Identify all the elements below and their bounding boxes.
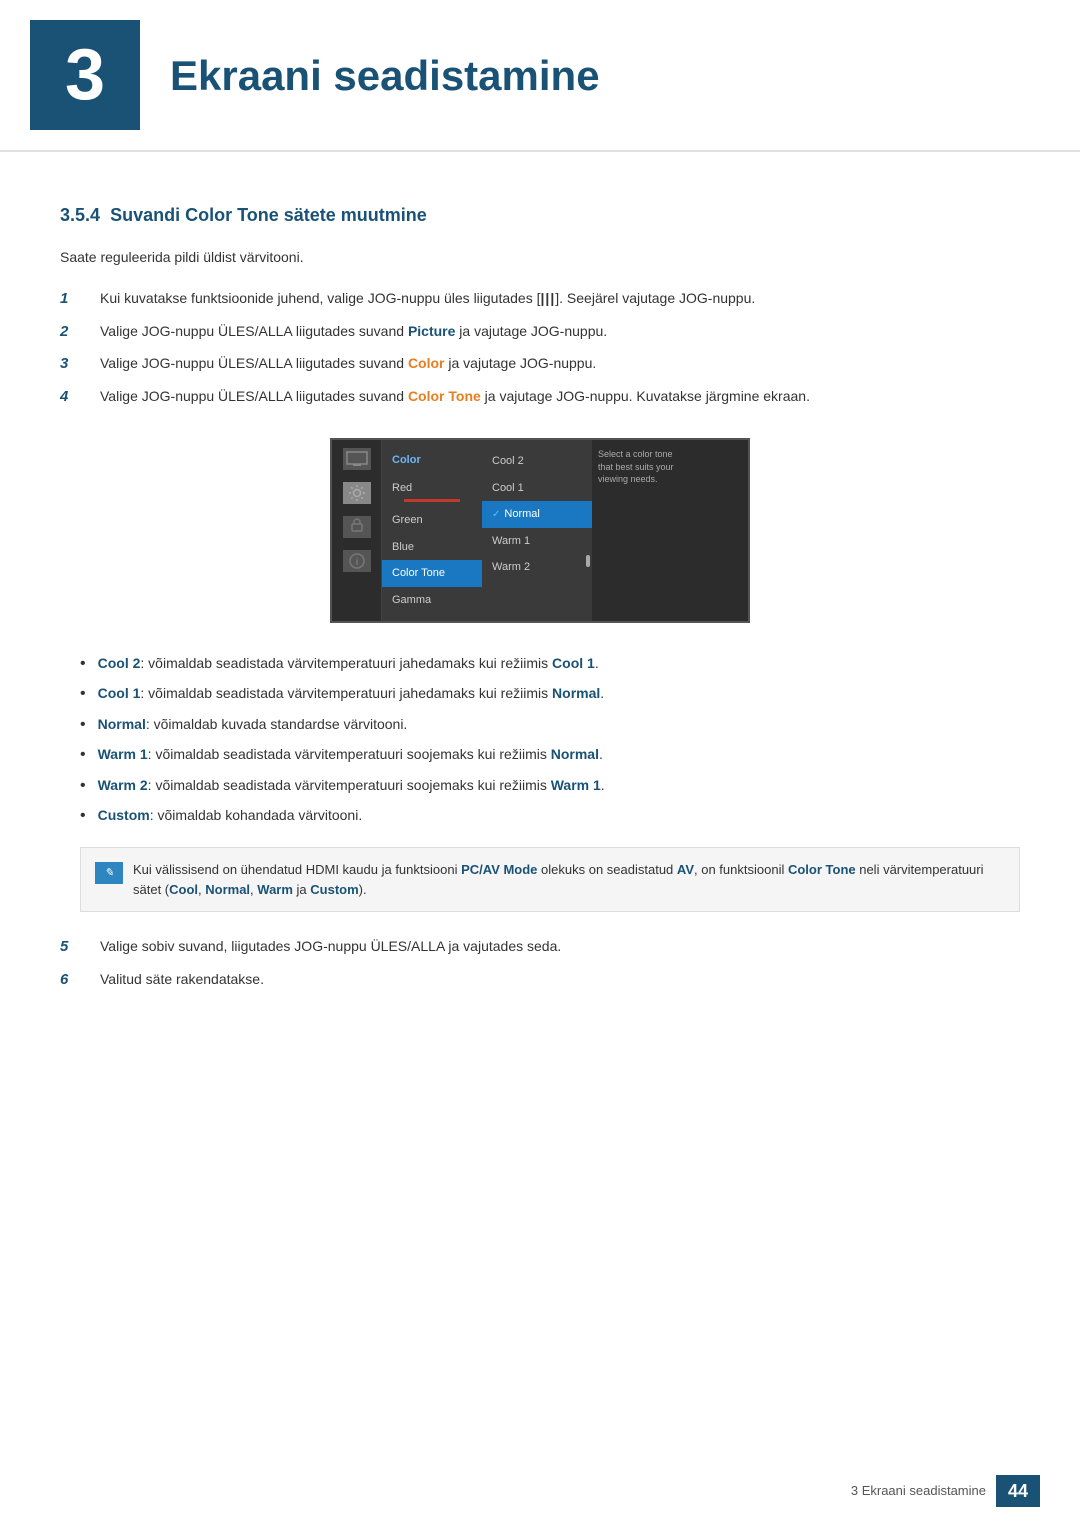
screen-submenu: Cool 2 Cool 1 ✓ Normal Warm 1 Warm 2: [482, 440, 592, 621]
screen-menu: Color Red Green Blue Color Tone Gamma: [382, 440, 482, 621]
step-text-6: Valitud säte rakendatakse.: [100, 969, 1020, 990]
menu-item-red: Red: [382, 475, 482, 508]
submenu-normal: ✓ Normal: [482, 501, 592, 528]
note-text: Kui välissisend on ühendatud HDMI kaudu …: [133, 860, 1005, 899]
note-box: ✎ Kui välissisend on ühendatud HDMI kaud…: [80, 847, 1020, 912]
screen-mockup-container: i Color Red Green Blue Color Tone Gamma: [60, 438, 1020, 623]
step-number-5: 5: [60, 936, 100, 959]
bullet-list: • Cool 2: võimaldab seadistada värvitemp…: [80, 653, 1020, 827]
step-6: 6 Valitud säte rakendatakse.: [60, 969, 1020, 992]
step-5: 5 Valige sobiv suvand, liigutades JOG-nu…: [60, 936, 1020, 959]
steps-list: 1 Kui kuvatakse funktsioonide juhend, va…: [60, 288, 1020, 408]
red-slider: [404, 499, 460, 502]
note-icon: ✎: [95, 862, 123, 884]
step-4: 4 Valige JOG-nuppu ÜLES/ALLA liigutades …: [60, 386, 1020, 409]
settings-icon: [343, 482, 371, 504]
gear-icon: [343, 516, 371, 538]
info-icon: i: [343, 550, 371, 572]
monitor-icon: [343, 448, 371, 470]
step-number-3: 3: [60, 353, 100, 376]
page-header: 3 Ekraani seadistamine: [0, 0, 1080, 152]
step-1: 1 Kui kuvatakse funktsioonide juhend, va…: [60, 288, 1020, 311]
step-2: 2 Valige JOG-nuppu ÜLES/ALLA liigutades …: [60, 321, 1020, 344]
bullet-warm1: • Warm 1: võimaldab seadistada värvitemp…: [80, 744, 1020, 766]
chapter-title: Ekraani seadistamine: [170, 44, 600, 107]
menu-item-blue: Blue: [382, 534, 482, 561]
footer-page-number: 44: [996, 1475, 1040, 1507]
steps-list-2: 5 Valige sobiv suvand, liigutades JOG-nu…: [60, 936, 1020, 991]
intro-text: Saate reguleerida pildi üldist värvitoon…: [60, 247, 1020, 268]
check-icon: ✓: [492, 507, 500, 522]
submenu-warm1: Warm 1: [482, 528, 592, 555]
screen-sidebar: i: [332, 440, 382, 621]
scroll-indicator: [586, 555, 590, 567]
menu-header: Color: [382, 448, 482, 475]
step-text-2: Valige JOG-nuppu ÜLES/ALLA liigutades su…: [100, 321, 1020, 342]
bullet-custom: • Custom: võimaldab kohandada värvitooni…: [80, 805, 1020, 827]
submenu-cool2: Cool 2: [482, 448, 592, 475]
step-number-1: 1: [60, 288, 100, 311]
bullet-warm2: • Warm 2: võimaldab seadistada värvitemp…: [80, 775, 1020, 797]
step-text-5: Valige sobiv suvand, liigutades JOG-nupp…: [100, 936, 1020, 957]
menu-item-green: Green: [382, 507, 482, 534]
step-3: 3 Valige JOG-nuppu ÜLES/ALLA liigutades …: [60, 353, 1020, 376]
menu-item-colortone: Color Tone: [382, 560, 482, 587]
submenu-warm2: Warm 2: [482, 554, 592, 581]
screen-help-text: Select a color tone that best suits your…: [592, 440, 692, 621]
submenu-cool1: Cool 1: [482, 475, 592, 502]
section-heading: 3.5.4 Suvandi Color Tone sätete muutmine: [60, 202, 1020, 229]
step-number-4: 4: [60, 386, 100, 409]
step-number-2: 2: [60, 321, 100, 344]
page-footer: 3 Ekraani seadistamine 44: [851, 1475, 1040, 1507]
step-text-4: Valige JOG-nuppu ÜLES/ALLA liigutades su…: [100, 386, 1020, 407]
chapter-number: 3: [30, 20, 140, 130]
step-text-1: Kui kuvatakse funktsioonide juhend, vali…: [100, 288, 1020, 309]
step-text-3: Valige JOG-nuppu ÜLES/ALLA liigutades su…: [100, 353, 1020, 374]
bullet-cool2: • Cool 2: võimaldab seadistada värvitemp…: [80, 653, 1020, 675]
svg-text:i: i: [355, 557, 358, 568]
bullet-normal: • Normal: võimaldab kuvada standardse vä…: [80, 714, 1020, 736]
menu-item-gamma: Gamma: [382, 587, 482, 614]
screen-mockup: i Color Red Green Blue Color Tone Gamma: [330, 438, 750, 623]
step-number-6: 6: [60, 969, 100, 992]
bullet-cool1: • Cool 1: võimaldab seadistada värvitemp…: [80, 683, 1020, 705]
footer-chapter-text: 3 Ekraani seadistamine: [851, 1481, 986, 1501]
main-content: 3.5.4 Suvandi Color Tone sätete muutmine…: [0, 152, 1080, 1091]
